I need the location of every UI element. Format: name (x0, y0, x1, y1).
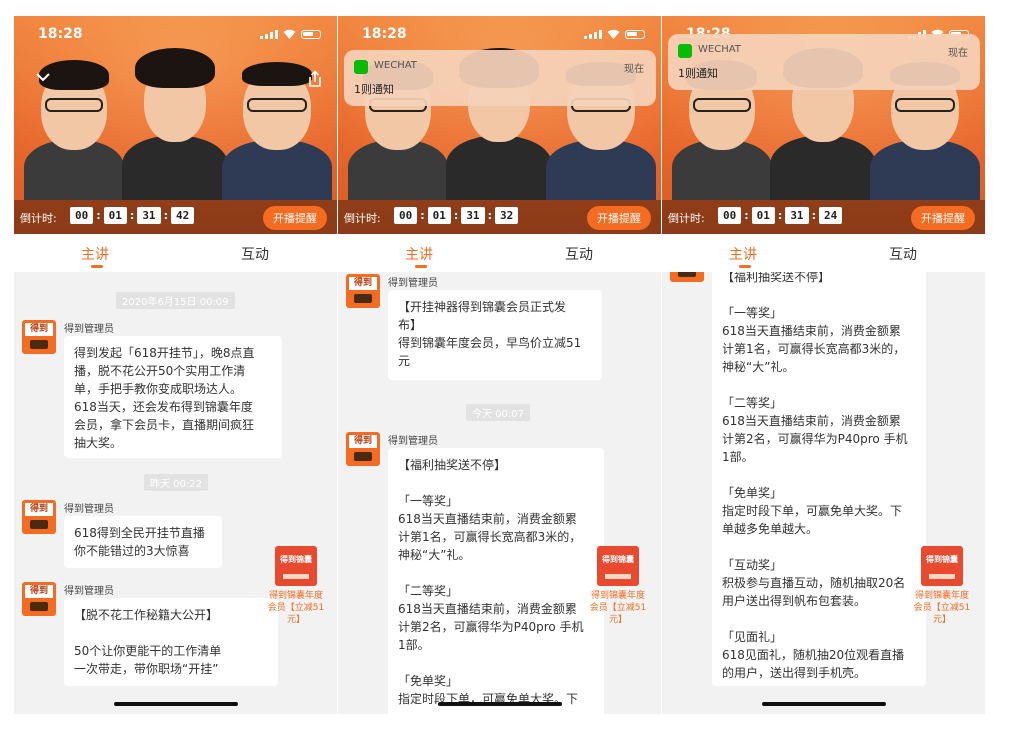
tab-interaction[interactable]: 互动 (565, 244, 593, 264)
promo-image: 得到锦囊 (597, 546, 639, 586)
promo-text: 得到锦囊年度会员【立减51元】 (913, 591, 971, 625)
timestamp: 昨天 00:22 (144, 474, 208, 491)
countdown-fraction: 24 (818, 207, 843, 224)
status-bar: 18:28 (338, 16, 661, 52)
countdown-seconds: 31 (137, 207, 161, 224)
phone-screen-3: 18:28 倒计时: 00: 01: 31: 24 开播提醒 WECHAT 现在… (662, 16, 985, 714)
countdown-fraction: 42 (170, 207, 195, 224)
tab-interaction[interactable]: 互动 (889, 244, 917, 264)
notification-body: 1则通知 (354, 83, 394, 96)
message-bubble: 【福利抽奖送不停】 「一等奖」 618当天直播结束前，消费金额累 计第1名，可赢… (388, 448, 604, 714)
promo-text: 得到锦囊年度会员【立减51元】 (589, 591, 647, 625)
promo-text: 得到锦囊年度会员【立减51元】 (267, 591, 325, 625)
countdown-label: 倒计时: (20, 212, 57, 225)
countdown-bar: 倒计时: 00: 01: 31: 24 开播提醒 (662, 200, 985, 234)
wechat-notification[interactable]: WECHAT 现在 1则通知 (668, 34, 980, 90)
tab-interaction[interactable]: 互动 (241, 244, 269, 264)
avatar: 得到 (670, 272, 704, 282)
home-indicator[interactable] (762, 702, 886, 706)
avatar: 得到 (22, 320, 56, 354)
notification-body: 1则通知 (678, 67, 718, 80)
message-bubble: 【脱不花工作秘籍大公开】 50个让你更能干的工作清单 一次带走，带你职场“开挂” (64, 598, 278, 686)
message-feed[interactable]: 得到 得到管理员 【开挂神器得到锦囊会员正式发 布】 得到锦囊年度会员，早鸟价立… (338, 272, 661, 714)
message-bubble: 【福利抽奖送不停】 「一等奖」 618当天直播结束前，消费金额累 计第1名，可赢… (712, 272, 926, 686)
timestamp: 今天 00:07 (466, 404, 530, 421)
countdown-minutes: 01 (427, 207, 451, 224)
notification-app: WECHAT (374, 60, 417, 71)
status-time: 18:28 (38, 26, 83, 42)
phone-screen-1: 18:28 倒计时: 00: 01: 31: 42 开播提醒 主讲 互动 202… (14, 16, 337, 714)
countdown-minutes: 01 (751, 207, 775, 224)
live-banner: 18:28 倒计时: 00: 01: 31: 42 开播提醒 (14, 16, 337, 234)
share-icon[interactable] (307, 70, 323, 88)
signal-icon (584, 29, 602, 39)
remind-button[interactable]: 开播提醒 (263, 206, 327, 230)
sender-name: 得到管理员 (388, 436, 438, 447)
host-photo-center (122, 40, 228, 200)
tab-bar: 主讲 互动 (338, 234, 661, 272)
avatar: 得到 (22, 582, 56, 616)
countdown-seconds: 31 (461, 207, 485, 224)
home-indicator[interactable] (114, 702, 238, 706)
sender-name: 得到管理员 (64, 324, 114, 335)
countdown-label: 倒计时: (668, 212, 705, 225)
countdown-hours: 00 (70, 207, 94, 224)
avatar: 得到 (346, 274, 380, 308)
sender-name: 得到管理员 (64, 586, 114, 597)
promo-card[interactable]: 得到锦囊 得到锦囊年度会员【立减51元】 (266, 546, 326, 626)
notification-time: 现在 (624, 64, 644, 75)
wifi-icon (283, 29, 296, 39)
remind-button[interactable]: 开播提醒 (587, 206, 651, 230)
message-bubble: 618得到全民开挂节直播 你不能错过的3大惊喜 (64, 516, 222, 568)
signal-icon (260, 29, 278, 39)
sender-name: 得到管理员 (388, 278, 438, 289)
wechat-notification[interactable]: WECHAT 现在 1则通知 (344, 50, 656, 106)
home-indicator[interactable] (438, 702, 562, 706)
countdown-fraction: 32 (494, 207, 519, 224)
countdown-label: 倒计时: (344, 212, 381, 225)
notification-app: WECHAT (698, 44, 741, 55)
wechat-icon (678, 44, 692, 58)
countdown-minutes: 01 (103, 207, 127, 224)
sender-name: 得到管理员 (64, 504, 114, 515)
status-bar: 18:28 (14, 16, 337, 52)
tab-indicator (739, 265, 751, 268)
countdown-hours: 00 (394, 207, 418, 224)
phone-screen-2: 18:28 倒计时: 00: 01: 31: 32 开播提醒 WECHAT 现在… (338, 16, 661, 714)
battery-icon (625, 30, 645, 39)
tab-lecture[interactable]: 主讲 (405, 244, 433, 264)
promo-card[interactable]: 得到锦囊 得到锦囊年度会员【立减51元】 (588, 546, 648, 626)
tab-lecture[interactable]: 主讲 (81, 244, 109, 264)
chevron-down-icon[interactable] (36, 72, 50, 82)
promo-card[interactable]: 得到锦囊 得到锦囊年度会员【立减51元】 (912, 546, 972, 626)
battery-icon (301, 30, 321, 39)
countdown-bar: 倒计时: 00: 01: 31: 32 开播提醒 (338, 200, 661, 234)
tab-bar: 主讲 互动 (662, 234, 985, 272)
remind-button[interactable]: 开播提醒 (911, 206, 975, 230)
message-bubble: 得到发起「618开挂节」，晚8点直 播，脱不花公开50个实用工作清 单，手把手教… (64, 336, 282, 458)
countdown-bar: 倒计时: 00: 01: 31: 42 开播提醒 (14, 200, 337, 234)
message-feed[interactable]: 得到 【福利抽奖送不停】 「一等奖」 618当天直播结束前，消费金额累 计第1名… (662, 272, 985, 714)
promo-image: 得到锦囊 (921, 546, 963, 586)
wifi-icon (607, 29, 620, 39)
timestamp: 2020年6月15日 00:09 (116, 292, 235, 309)
countdown-seconds: 31 (785, 207, 809, 224)
wechat-icon (354, 60, 368, 74)
avatar: 得到 (22, 500, 56, 534)
notification-time: 现在 (948, 48, 968, 59)
tab-lecture[interactable]: 主讲 (729, 244, 757, 264)
tab-indicator (91, 265, 103, 268)
message-feed[interactable]: 2020年6月15日 00:09 得到 得到管理员 得到发起「618开挂节」，晚… (14, 272, 337, 714)
countdown-hours: 00 (718, 207, 742, 224)
tab-indicator (415, 265, 427, 268)
promo-image: 得到锦囊 (275, 546, 317, 586)
live-banner: 18:28 倒计时: 00: 01: 31: 32 开播提醒 (338, 16, 661, 234)
status-time: 18:28 (362, 26, 407, 42)
message-bubble: 【开挂神器得到锦囊会员正式发 布】 得到锦囊年度会员，早鸟价立减51 元 (388, 290, 602, 380)
avatar: 得到 (346, 432, 380, 466)
tab-bar: 主讲 互动 (14, 234, 337, 272)
